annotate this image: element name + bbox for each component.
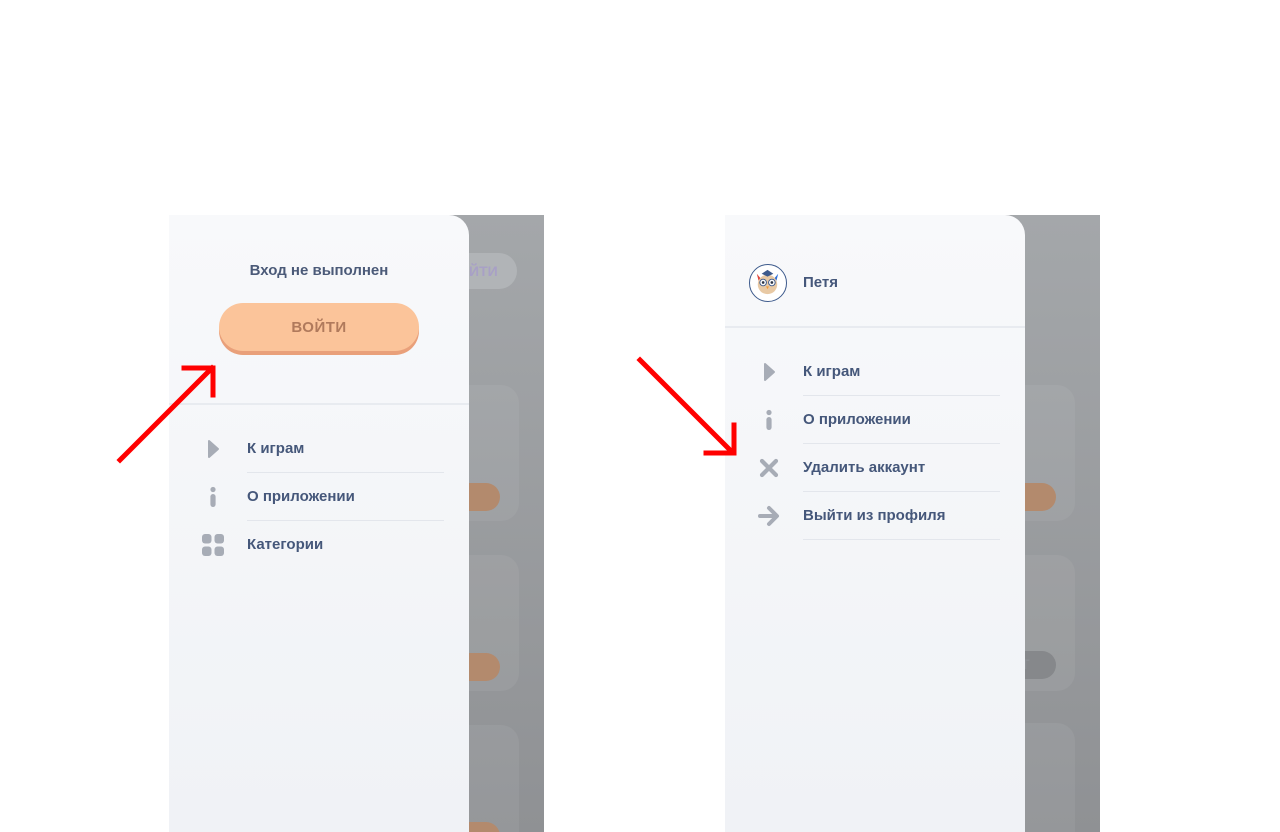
- background-login-text: ЙТИ: [469, 263, 498, 279]
- annotation-arrow-down-right-icon: [636, 356, 737, 456]
- side-drawer: Петя К играм О приложении Удалить аккаун…: [725, 215, 1025, 832]
- menu-item-label: О приложении: [803, 411, 911, 428]
- menu-item-logout[interactable]: Выйти из профиля: [725, 492, 1025, 540]
- menu-item-label: О приложении: [247, 488, 355, 505]
- profile-name[interactable]: Петя: [803, 272, 838, 294]
- menu-item-games[interactable]: К играм: [725, 348, 1025, 396]
- login-status-text: Вход не выполнен: [249, 262, 389, 279]
- play-icon: [757, 360, 781, 384]
- annotation-arrow-up-right-icon: [116, 364, 216, 464]
- drawer-menu: К играм О приложении Удалить аккаунт Вый…: [725, 348, 1025, 540]
- info-icon: [201, 485, 225, 509]
- drawer-divider: [725, 326, 1025, 328]
- menu-item-about[interactable]: О приложении: [725, 396, 1025, 444]
- close-icon: [757, 456, 781, 480]
- logout-arrow-icon: [757, 504, 781, 528]
- menu-item-label: Удалить аккаунт: [803, 459, 926, 476]
- phone-screen-logged-in: Т Петя К играм О приложении Удалить акка…: [725, 215, 1100, 832]
- menu-item-categories[interactable]: Категории: [169, 521, 469, 569]
- login-button[interactable]: ВОЙТИ: [219, 303, 419, 351]
- menu-item-label: К играм: [247, 440, 305, 457]
- owl-avatar-icon[interactable]: [749, 264, 787, 302]
- info-icon: [757, 408, 781, 432]
- menu-item-label: Категории: [247, 536, 324, 553]
- menu-item-delete-account[interactable]: Удалить аккаунт: [725, 444, 1025, 492]
- grid-icon: [201, 533, 225, 557]
- side-drawer: Вход не выполнен ВОЙТИ К играм О приложе…: [169, 215, 469, 832]
- menu-separator: [803, 539, 1000, 540]
- menu-item-label: К играм: [803, 363, 861, 380]
- menu-item-about[interactable]: О приложении: [169, 473, 469, 521]
- menu-item-label: Выйти из профиля: [803, 507, 946, 524]
- phone-screen-logged-out: ЙТИ Вход не выполнен ВОЙТИ К играм О при…: [169, 215, 544, 832]
